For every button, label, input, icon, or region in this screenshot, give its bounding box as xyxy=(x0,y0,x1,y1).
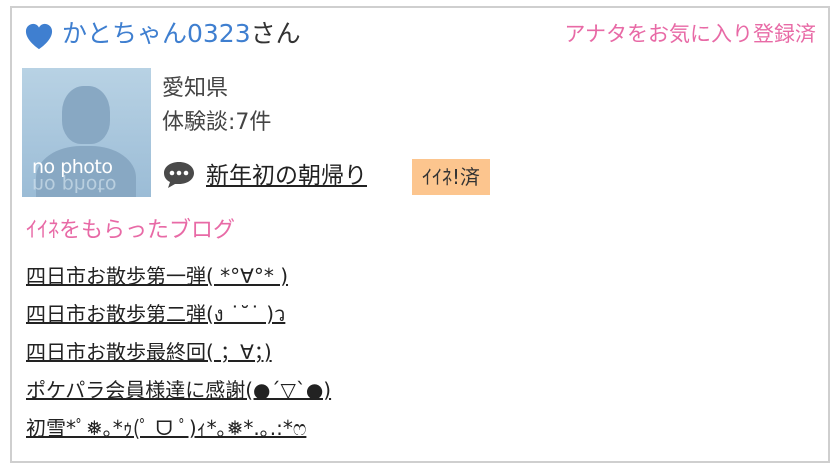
avatar-silhouette-head xyxy=(62,86,110,144)
avatar: no photo no photo xyxy=(22,68,151,197)
latest-post-link[interactable]: 新年初の朝帰り xyxy=(206,156,367,196)
blog-link[interactable]: 四日市お散歩第二弾(ง ˙˘˙ )ว xyxy=(26,302,285,326)
no-photo-reflection: no photo xyxy=(32,174,117,196)
blog-link[interactable]: 四日市お散歩最終回( ；∀；) xyxy=(26,340,272,364)
blog-link[interactable]: 初雪*ﾟ❅｡*ｩ(ﾟ ᗜ ﾟ)ｨ*｡❅*.｡.:*ෆ xyxy=(26,416,306,440)
favorite-status: アナタをお気に入り登録済 xyxy=(564,22,816,46)
experience-count: 体験談:7件 xyxy=(162,110,272,135)
liked-blogs-heading: ｲｲﾈをもらったブログ xyxy=(26,218,236,243)
liked-blogs-list: 四日市お散歩第一弾( *°∀°* ) 四日市お散歩第二弾(ง ˙˘˙ )ว 四日… xyxy=(26,259,331,449)
honorific: さん xyxy=(250,19,301,48)
blog-link[interactable]: 四日市お散歩第一弾( *°∀°* ) xyxy=(26,264,288,288)
list-item: ポケパラ会員様達に感謝(●´▽`●) xyxy=(26,373,331,411)
user-card: かとちゃん0323さん アナタをお気に入り登録済 no photo no pho… xyxy=(10,6,830,463)
blog-link[interactable]: ポケパラ会員様達に感謝(●´▽`●) xyxy=(26,378,331,402)
speech-bubble-icon xyxy=(164,162,194,188)
list-item: 四日市お散歩第一弾( *°∀°* ) xyxy=(26,259,331,297)
username[interactable]: かとちゃん0323さん xyxy=(62,16,301,52)
list-item: 初雪*ﾟ❅｡*ｩ(ﾟ ᗜ ﾟ)ｨ*｡❅*.｡.:*ෆ xyxy=(26,411,331,449)
list-item: 四日市お散歩最終回( ；∀；) xyxy=(26,335,331,373)
latest-post-row: 新年初の朝帰り ｲｲﾈ!済 xyxy=(162,156,762,196)
list-item: 四日市お散歩第二弾(ง ˙˘˙ )ว xyxy=(26,297,331,335)
username-text[interactable]: かとちゃん0323 xyxy=(62,19,251,48)
iine-badge: ｲｲﾈ!済 xyxy=(412,159,491,195)
heart-icon xyxy=(25,23,53,50)
prefecture: 愛知県 xyxy=(162,76,229,101)
card-header: かとちゃん0323さん アナタをお気に入り登録済 xyxy=(24,16,816,52)
